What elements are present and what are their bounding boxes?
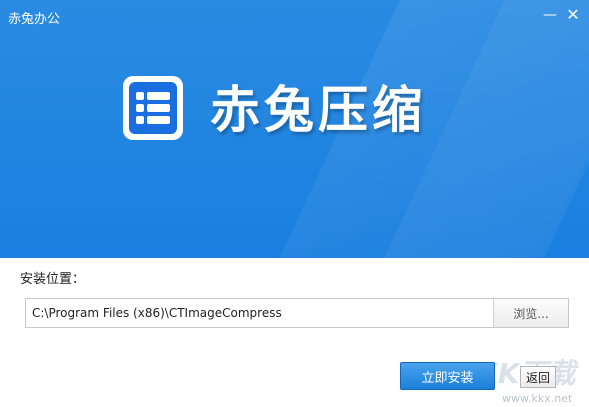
back-button[interactable]: 返回 — [520, 366, 556, 388]
close-button[interactable]: ✕ — [563, 6, 583, 24]
product-name: 赤兔压缩 — [210, 81, 426, 139]
browse-button[interactable]: 浏览... — [493, 299, 568, 327]
minimize-button[interactable]: — — [540, 6, 560, 24]
title-bar[interactable]: 赤兔办公 — ✕ — [0, 0, 589, 30]
install-now-button[interactable]: 立即安装 — [400, 362, 495, 390]
list-app-icon — [129, 82, 177, 134]
watermark-url: www.kkx.net — [502, 392, 573, 405]
install-path-input[interactable] — [26, 299, 492, 327]
app-logo-icon — [123, 76, 183, 140]
window-title: 赤兔办公 — [8, 12, 61, 27]
install-path-field: 浏览... — [25, 298, 569, 328]
install-location-label: 安装位置： — [20, 272, 86, 287]
header-banner: 赤兔压缩 — [0, 0, 589, 258]
